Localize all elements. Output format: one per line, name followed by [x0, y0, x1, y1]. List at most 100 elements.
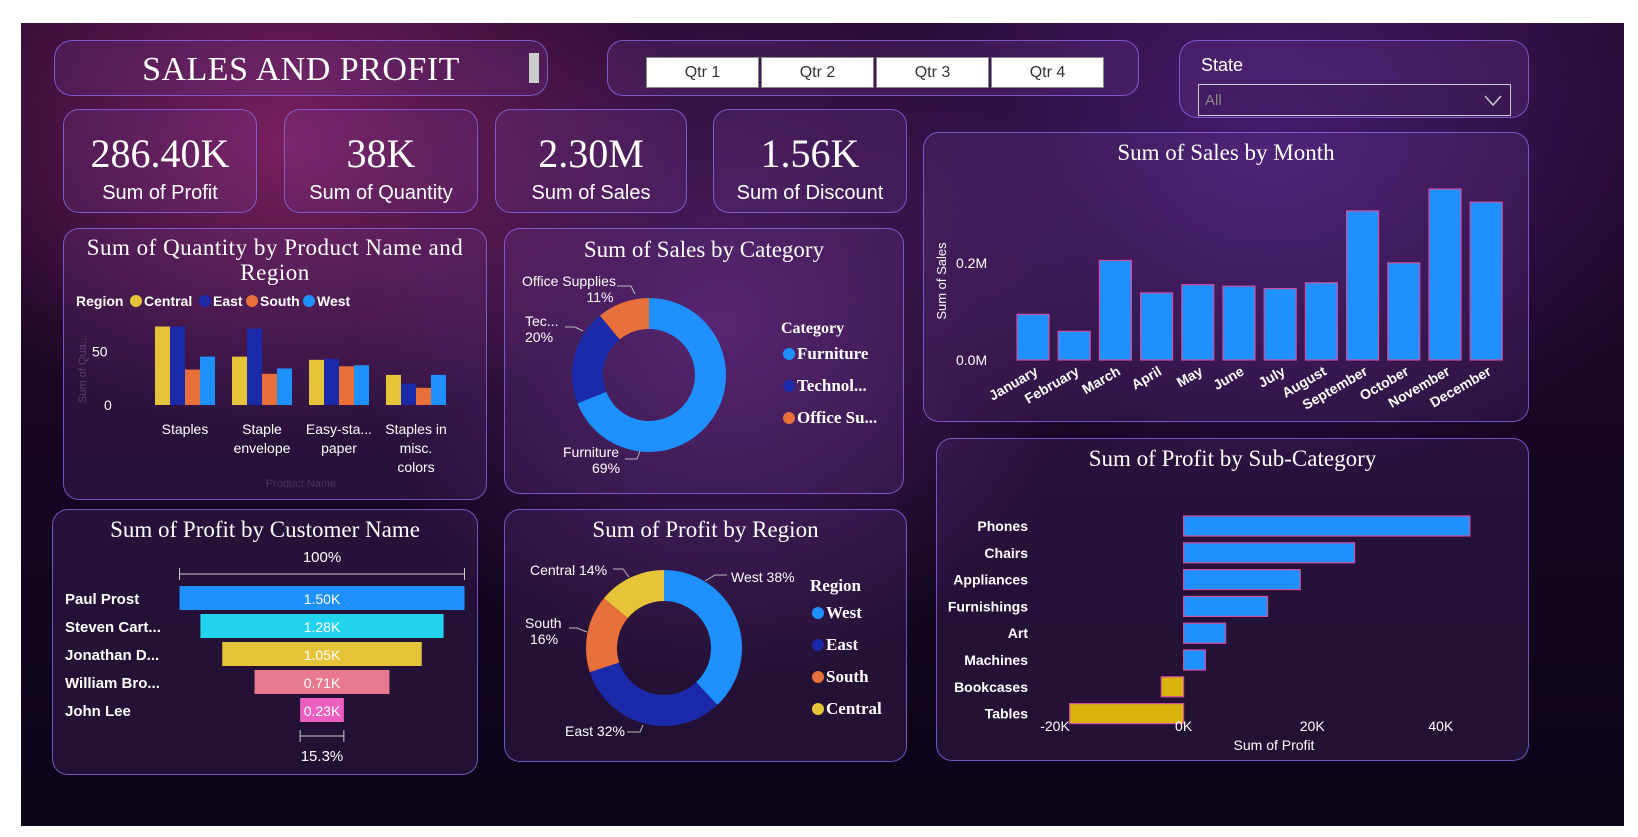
category-legend-title: Category [781, 320, 844, 337]
legend-label-central: Central [826, 699, 882, 718]
legend-label-east: East [826, 635, 858, 654]
leader-central [613, 568, 630, 578]
label-west: West 38% [731, 569, 795, 585]
pct-south: 16% [530, 631, 558, 647]
leader-west [704, 574, 727, 582]
bar-staples-west [200, 356, 215, 405]
legend-dot-west [303, 295, 315, 307]
funnel-value-steven-cart: 1.28K [304, 619, 341, 635]
x-tick-40k: 40K [1428, 718, 1454, 734]
legend-dot-east [199, 295, 211, 307]
bar-staple-envelope-east [247, 328, 262, 405]
funnel-value-paul-prost: 1.50K [304, 591, 341, 607]
bar-staple-envelope-west [277, 368, 292, 405]
quarter-slicer: Qtr 1 Qtr 2 Qtr 3 Qtr 4 [607, 40, 1139, 96]
qtr4-button[interactable]: Qtr 4 [991, 57, 1104, 88]
kpi-discount-label: Sum of Discount [736, 182, 884, 204]
legend-label-west: West [317, 293, 351, 309]
kpi-sales-value: 2.30M [538, 131, 644, 176]
kpi-profit-value: 286.40K [90, 131, 230, 176]
region-chart-card: Sum of Profit by Region West 38% Central … [504, 509, 907, 762]
x-tick-staples-in-misc-colors-1: misc. [400, 440, 433, 456]
bar-bookcases [1160, 676, 1185, 698]
legend-label-south: South [826, 667, 869, 686]
slice-west [664, 570, 742, 705]
category-chart: Office Supplies11%Tec...20%Furniture69%C… [522, 273, 877, 476]
bar-appliances [1183, 569, 1301, 591]
subcategory-x-axis-label: Sum of Profit [1234, 737, 1315, 753]
bar-april [1140, 292, 1174, 361]
slice-east [589, 662, 718, 726]
bar-august [1304, 282, 1338, 361]
bar-may [1181, 284, 1215, 361]
funnel-name-steven-cart: Steven Cart... [65, 619, 161, 636]
region-legend-title: Region [810, 576, 862, 595]
title-card: SALES AND PROFIT [54, 40, 548, 96]
x-tick-staples-0: Staples [162, 421, 209, 437]
bar-february [1057, 330, 1091, 361]
qty-chart-card: Sum of Quantity by Product Name and Regi… [63, 228, 487, 500]
x-tick-june: June [1210, 363, 1246, 393]
bar-machines [1183, 649, 1206, 671]
funnel-bottom-label: 15.3% [301, 748, 344, 765]
funnel-value-john-lee: 0.23K [304, 703, 341, 719]
y-tick-furnishings: Furnishings [948, 598, 1028, 614]
x-tick-easy-sta-paper-0: Easy-sta... [306, 421, 372, 437]
legend-label-central: Central [144, 293, 192, 309]
label-office-supplies: Office Supplies [522, 273, 616, 289]
bar-chairs [1183, 542, 1356, 564]
qtr3-button[interactable]: Qtr 3 [876, 57, 989, 88]
state-dropdown-value: All [1205, 92, 1222, 109]
y-tick-chairs: Chairs [984, 545, 1028, 561]
bar-staples-in-misc-colors-south [416, 387, 431, 405]
legend-dot-east [812, 639, 824, 651]
leader-technology [565, 326, 584, 332]
month-chart-card: Sum of Sales by Month 0.2M 0.0M Sum of Sal… [923, 132, 1529, 422]
kpi-profit-label: Sum of Profit [102, 182, 218, 204]
legend-dot-technology [783, 380, 795, 392]
y-tick-machines: Machines [964, 652, 1028, 668]
legend-dot-south [812, 671, 824, 683]
qtr2-button[interactable]: Qtr 2 [761, 57, 874, 88]
state-dropdown[interactable]: All [1198, 84, 1511, 116]
qty-legend-title: Region [76, 293, 123, 309]
qtr1-button[interactable]: Qtr 1 [646, 57, 759, 88]
legend-label-office-supplies: Office Su... [797, 408, 877, 427]
legend-label-technology: Technol... [797, 376, 867, 395]
x-tick-easy-sta-paper-1: paper [321, 440, 357, 456]
pct-technology: 20% [525, 329, 553, 345]
funnel-name-john-lee: John Lee [65, 703, 131, 720]
legend-label-furniture: Furniture [797, 344, 869, 363]
legend-dot-office-supplies [783, 412, 795, 424]
x-tick-march: March [1079, 363, 1123, 397]
funnel-value-jonathan-d: 1.05K [304, 647, 341, 663]
subcategory-chart-card: Sum of Profit by Sub-Category Phones Chai… [936, 438, 1529, 761]
bar-furnishings [1183, 595, 1269, 617]
bar-easy-sta-paper-west [354, 365, 369, 405]
x-tick-staples-in-misc-colors-2: colors [397, 459, 434, 475]
y-tick-appliances: Appliances [953, 572, 1028, 588]
scroll-handle[interactable] [529, 53, 539, 83]
bar-phones [1183, 515, 1471, 537]
month-y-axis-label: Sum of Sales [934, 242, 949, 320]
bar-staple-envelope-south [262, 373, 277, 405]
kpi-quantity-card: 38K Sum of Quantity [284, 109, 478, 213]
pct-office-supplies: 11% [587, 289, 614, 305]
funnel-name-william-bro: William Bro... [65, 675, 160, 692]
bar-november [1428, 188, 1462, 361]
bar-staples-in-misc-colors-east [401, 383, 416, 405]
funnel-value-william-bro: 0.71K [304, 675, 341, 691]
kpi-sales-label: Sum of Sales [531, 182, 651, 204]
x-tick-may: May [1174, 363, 1206, 391]
kpi-discount-value: 1.56K [760, 131, 860, 176]
bar-art [1183, 622, 1227, 644]
category-chart-card: Sum of Sales by Category Office Supplies… [504, 228, 904, 494]
leader-east [627, 724, 644, 733]
customer-chart-card: Sum of Profit by Customer Name 100% 1.50K… [52, 509, 478, 775]
x-tick-20k: -20K [1040, 718, 1070, 734]
bar-july [1263, 288, 1297, 361]
x-tick-0k: 0K [1175, 718, 1193, 734]
legend-label-south: South [260, 293, 300, 309]
leader-office-supplies [617, 285, 636, 295]
legend-label-east: East [213, 293, 243, 309]
